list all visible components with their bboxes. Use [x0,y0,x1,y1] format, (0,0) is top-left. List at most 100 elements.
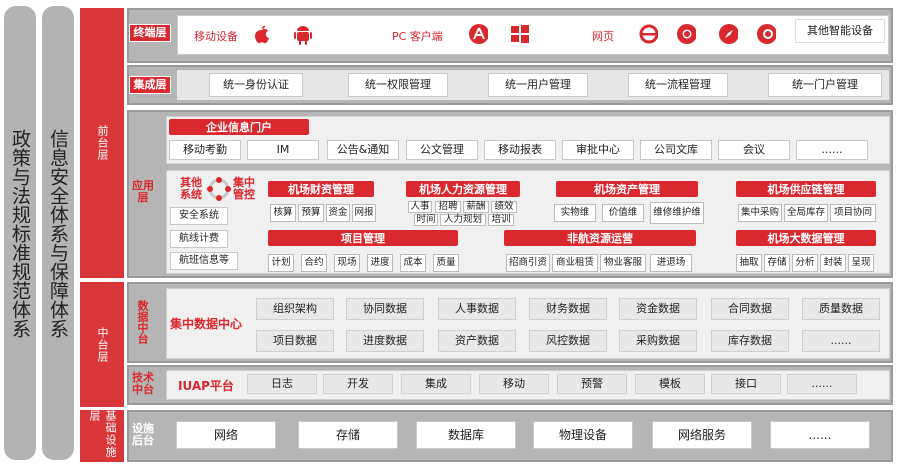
tech-item: 模板 [635,374,705,394]
bigdata-item: 封装 [820,254,846,272]
supply-title: 机场供应链管理 [736,181,876,197]
data-item: 资产数据 [438,330,516,352]
portal-item: 公司文库 [640,140,712,160]
terminal-tag: 终端层 [129,24,171,42]
data-center-tag-text: 数据中台 [136,300,149,344]
asset-item: 价值维 [602,204,644,222]
finance-item: 网报 [352,204,376,222]
hr-item: 薪酬 [463,201,489,213]
portal-item: 公告&通知 [327,140,399,160]
base-layer-label: 基础设施层 [88,410,117,458]
data-item: 协同数据 [346,298,424,320]
data-item: 合同数据 [711,298,789,320]
pc-label: PC 客户端 [392,30,443,43]
data-item: 进度数据 [346,330,424,352]
data-item: 质量数据 [802,298,880,320]
windows-icon [510,24,530,44]
tech-item: 预警 [557,374,627,394]
tech-item: 日志 [247,374,317,394]
android-icon [293,25,313,45]
data-item: 资金数据 [619,298,697,320]
project-item: 进度 [367,254,393,272]
tech-center-tag-text: 技术中台 [132,371,154,396]
portal-title: 企业信息门户 [169,119,309,135]
nonaero-item: 招商引资 [506,254,550,272]
asset-item: 实物维 [554,204,596,222]
chrome-icon [676,24,696,44]
bigdata-item: 抽取 [736,254,762,272]
hr-item: 招聘 [435,201,461,213]
portal-item: 移动考勤 [169,140,241,160]
security-pillar: 信息安全体系与保障体系 [42,6,74,460]
project-item: 计划 [268,254,294,272]
firefox-icon [756,24,776,44]
project-title: 项目管理 [268,230,458,246]
hr-title: 机场人力资源管理 [406,181,520,197]
nonaero-title: 非航资源运营 [504,230,696,246]
infra-item: 存储 [298,421,398,449]
mobile-label: 移动设备 [194,30,238,43]
application-tag-text: 应用层 [132,179,154,204]
project-item: 成本 [400,254,426,272]
portal-item: 公文管理 [406,140,478,160]
policy-label: 政策与法规标准规范体系 [9,128,31,338]
portal-item: IM [247,140,319,160]
ie-icon [638,24,658,44]
integration-item: 统一流程管理 [628,73,728,97]
hr-item: 培训 [488,214,514,226]
infra-item: 网络 [176,421,276,449]
data-item: ...... [802,330,880,352]
application-tag: 应用层 [129,177,157,207]
portal-item: 会议 [718,140,790,160]
bigdata-item: 分析 [792,254,818,272]
infra-tag-text: 设施后台 [132,422,154,447]
infra-item: 物理设备 [533,421,633,449]
finance-item: 资金 [326,204,350,222]
security-label: 信息安全体系与保障体系 [47,128,69,338]
bigdata-item: 存储 [764,254,790,272]
portal-item: 审批中心 [562,140,634,160]
tech-center-title: IUAP平台 [178,378,234,393]
finance-item: 核算 [270,204,296,222]
middle-layer-column: 中台层 [80,282,124,407]
integration-tag: 集成层 [129,76,171,94]
safari-icon [718,24,738,44]
front-layer-column: 前台层 [80,8,124,278]
other-system-item: 航线计费 [170,230,228,248]
other-system-item: 安全系统 [170,207,228,225]
data-item: 库存数据 [711,330,789,352]
tech-item: 移动 [479,374,549,394]
front-layer-label: 前台层 [96,125,109,161]
data-item: 财务数据 [529,298,607,320]
hr-item: 时间 [414,214,438,226]
supply-item: 项目协同 [830,204,876,222]
supply-item: 全局库存 [784,204,828,222]
portal-item: ...... [796,140,868,160]
hr-item: 绩效 [491,201,517,213]
data-center-title: 集中数据中心 [170,316,243,331]
tech-item: 接口 [711,374,781,394]
nonaero-item: 商业租赁 [552,254,598,272]
infra-item: 数据库 [416,421,516,449]
finance-title: 机场财资管理 [268,181,374,197]
policy-pillar: 政策与法规标准规范体系 [4,6,36,460]
data-item: 人事数据 [438,298,516,320]
data-center-tag: 数据中台 [131,286,153,358]
nonaero-item: 物业客服 [600,254,646,272]
tech-item: 集成 [401,374,471,394]
integration-item: 统一权限管理 [348,73,448,97]
infra-item: ...... [770,421,870,449]
data-item: 风控数据 [529,330,607,352]
project-item: 合约 [301,254,327,272]
tech-item: ...... [787,374,857,394]
nonaero-item: 进退场 [650,254,692,272]
finance-item: 预算 [298,204,324,222]
terminal-bar [177,15,889,55]
asset-title: 机场资产管理 [556,181,698,197]
project-item: 现场 [334,254,360,272]
data-item: 组织架构 [256,298,334,320]
apple-icon [252,25,272,45]
data-item: 采购数据 [619,330,697,352]
infra-item: 网络服务 [652,421,752,449]
hub-icon [206,176,232,202]
